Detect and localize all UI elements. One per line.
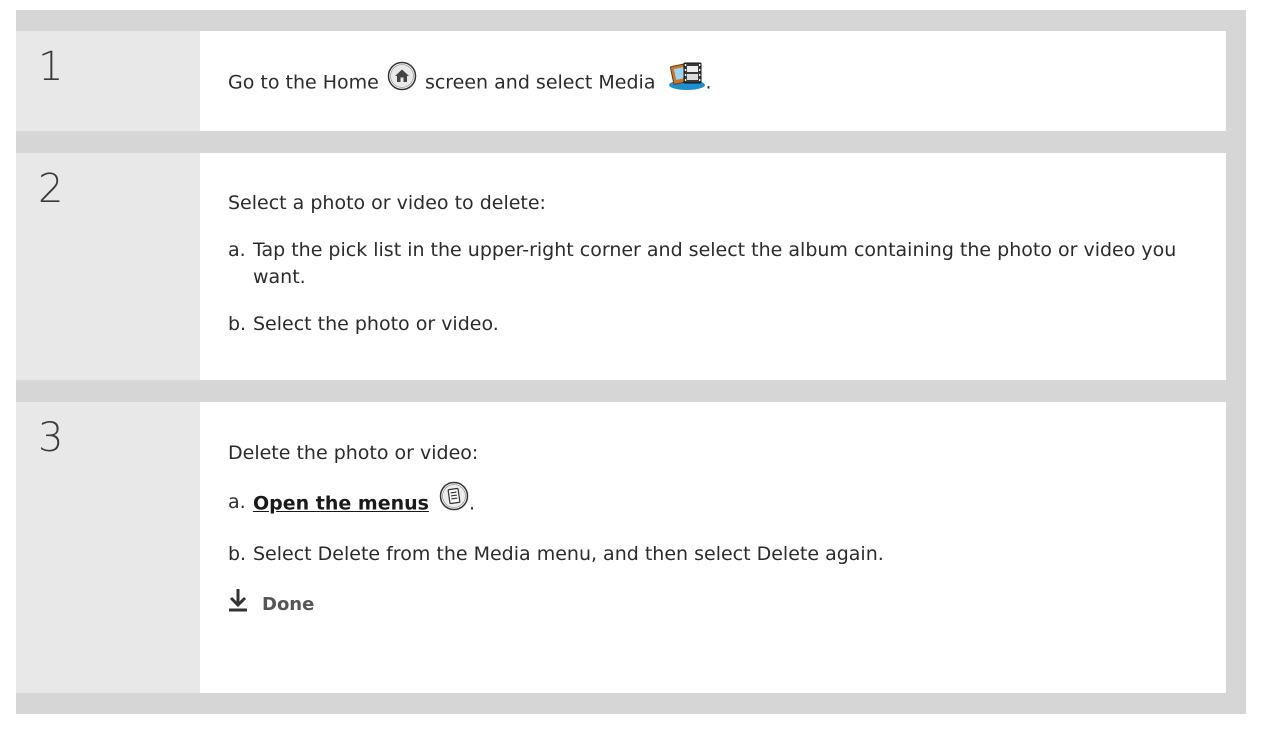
step-3: 3 Delete the photo or video: a. Open the…: [16, 402, 1246, 693]
step-2-intro: Select a photo or video to delete:: [228, 192, 546, 214]
done-link[interactable]: Done: [228, 588, 314, 620]
list-item-text: Tap the pick list in the upper-right cor…: [253, 239, 1177, 288]
step-number: 2: [38, 166, 64, 212]
list-letter: b.: [228, 313, 247, 335]
step-3-item-a-after: .: [468, 492, 476, 515]
step-3-intro: Delete the photo or video:: [228, 442, 479, 464]
down-arrow-icon: [228, 588, 248, 620]
home-icon: [387, 61, 417, 99]
step-1-text-before: Go to the Home: [228, 71, 379, 94]
open-menus-link[interactable]: Open the menus: [253, 493, 429, 515]
step-1-text-after: .: [705, 71, 712, 94]
step-1-instruction: Go to the Home screen and select Media .: [228, 61, 1206, 99]
list-letter: a.: [228, 239, 246, 261]
media-app-icon[interactable]: [666, 59, 706, 99]
step-2-item-a: a. Tap the pick list in the upper-right …: [228, 237, 1206, 291]
step-number: 3: [38, 415, 64, 461]
step-content: Delete the photo or video: a. Open the m…: [200, 402, 1226, 693]
step-1: 1 Go to the Home screen and select Media: [16, 31, 1246, 131]
step-2: 2 Select a photo or video to delete: a. …: [16, 153, 1246, 380]
done-row: Done: [228, 588, 1206, 620]
step-3-item-b: b. Select Delete from the Media menu, an…: [228, 541, 1206, 568]
menu-icon: [439, 481, 469, 519]
list-letter: b.: [228, 543, 247, 565]
list-letter: a.: [228, 491, 246, 513]
done-label: Done: [262, 593, 315, 615]
list-item-text: Select Delete from the Media menu, and t…: [253, 543, 884, 565]
step-content: Go to the Home screen and select Media .: [200, 31, 1226, 131]
step-number: 1: [38, 44, 64, 90]
step-number-cell: 1: [16, 31, 200, 131]
step-1-text-middle: screen and select Media: [424, 71, 656, 94]
step-content: Select a photo or video to delete: a. Ta…: [200, 153, 1226, 380]
step-3-item-a: a. Open the menus .: [228, 481, 1206, 519]
step-number-cell: 3: [16, 402, 200, 693]
step-number-cell: 2: [16, 153, 200, 380]
step-2-item-b: b. Select the photo or video.: [228, 311, 1206, 338]
steps-table: 1 Go to the Home screen and select Media: [16, 10, 1246, 714]
list-item-text: Select the photo or video.: [253, 313, 499, 335]
